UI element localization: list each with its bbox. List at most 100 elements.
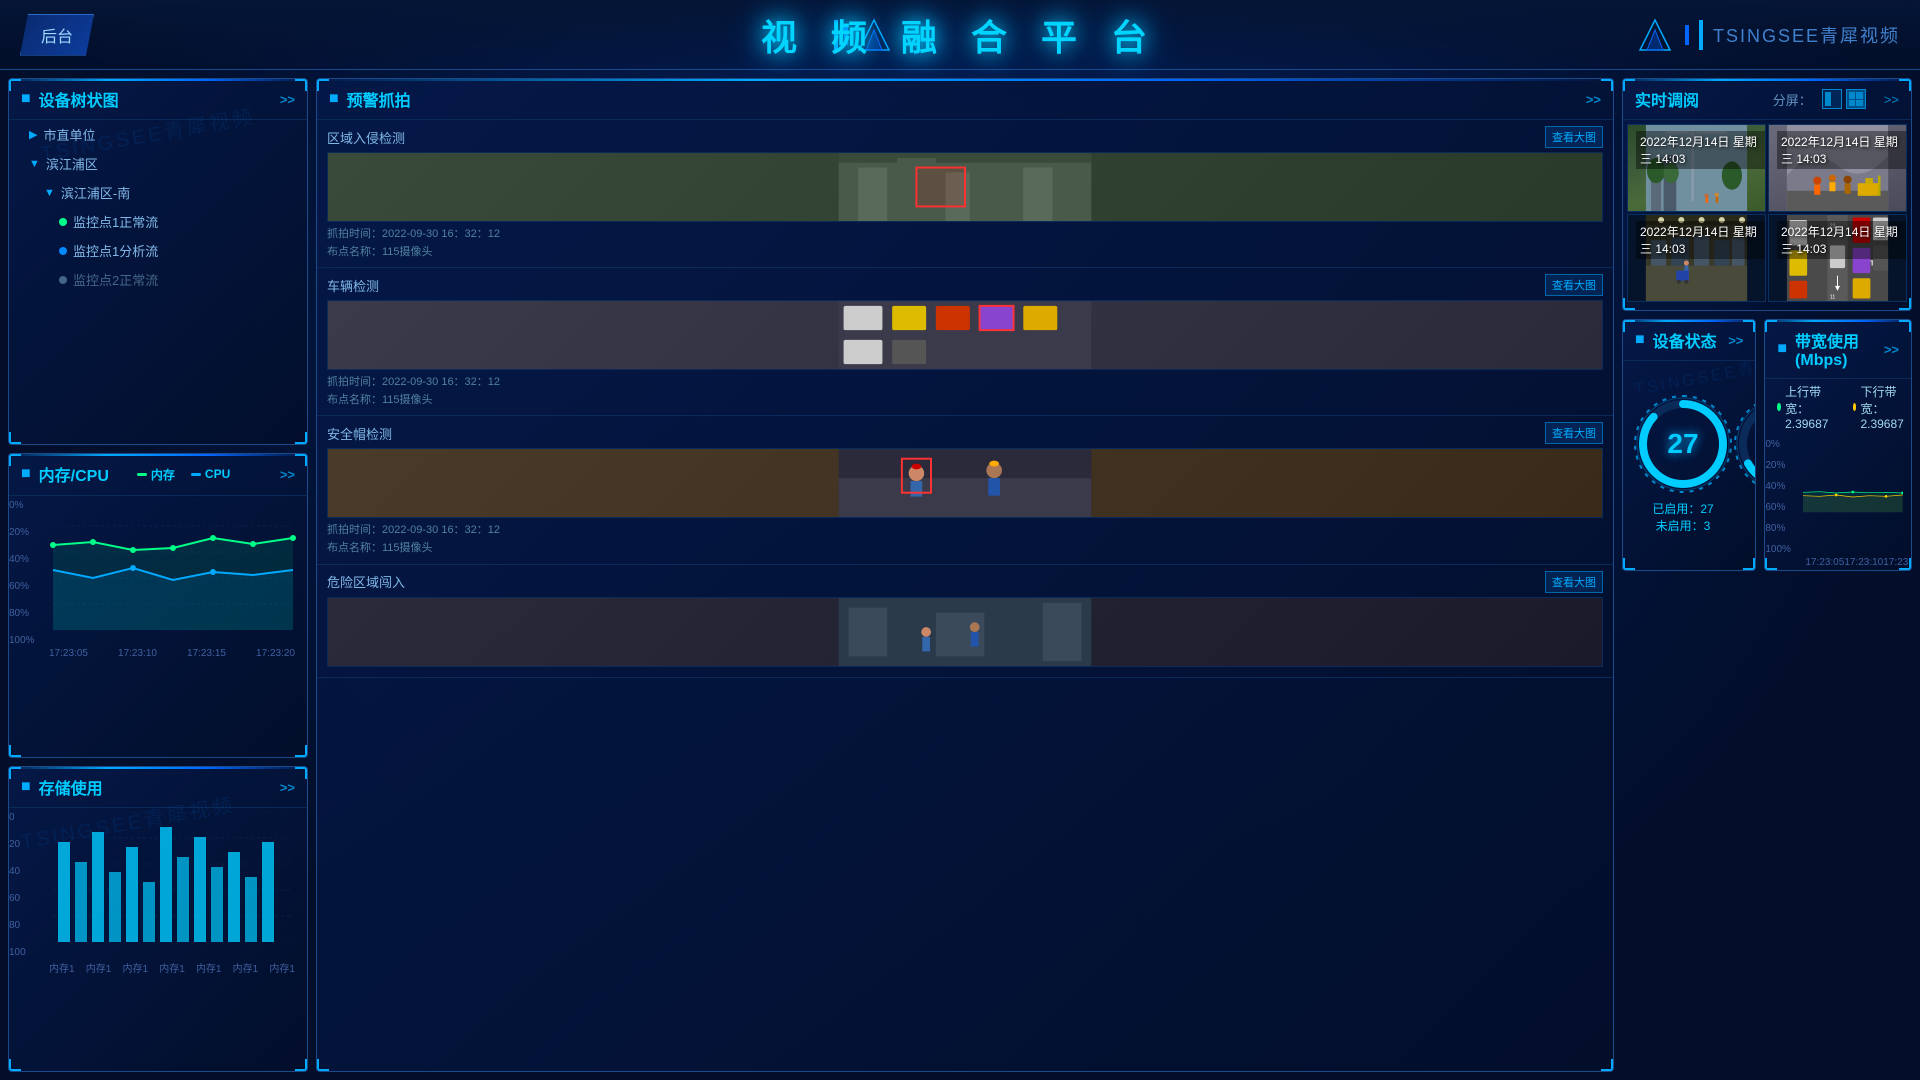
sidebar-item-binjiang[interactable]: ▼ 滨江浦区 xyxy=(9,149,307,178)
header: 后台 视 频 融 合 平 台 TSINGSEE青犀视频 xyxy=(0,0,1920,70)
mem-cpu-chart xyxy=(47,500,299,630)
split-1x1-button[interactable] xyxy=(1822,89,1842,109)
sidebar-item-city[interactable]: ▶ 市直单位 xyxy=(9,120,307,149)
status-dot-blue xyxy=(59,247,67,255)
alert-item-vehicle: 车辆检测 查看大图 xyxy=(317,268,1613,416)
donut-circle-online: 18 xyxy=(1733,394,1756,494)
main-content: ■ 设备树状图 >> TSINGSEE青犀视频 ▶ 市直单位 ▼ 滨江浦区 ▼ … xyxy=(0,70,1920,1080)
alert-vehicle-view-btn[interactable]: 查看大图 xyxy=(1545,274,1603,296)
alert-title: ■ 预警抓拍 >> xyxy=(317,79,1613,120)
page-title: 视 频 融 合 平 台 xyxy=(761,9,1159,61)
bandwidth-more[interactable]: >> xyxy=(1884,342,1899,357)
sidebar-item-binjiang-south[interactable]: ▼ 滨江浦区-南 xyxy=(9,178,307,207)
video-cell-3[interactable]: 2022年12月14日 星期三 14:03 xyxy=(1627,214,1766,302)
alert-zone-thumb xyxy=(327,152,1603,222)
bandwidth-title: ■ 带宽使用(Mbps) >> xyxy=(1765,320,1911,379)
mem-cpu-y-labels: 100% 80% 60% 40% 20% 0% xyxy=(9,500,44,650)
device-tree-title: ■ 设备树状图 >> xyxy=(9,79,307,120)
donut-svg-online xyxy=(1733,394,1756,494)
video-panel: 实时调阅 分屏： >> xyxy=(1622,78,1912,311)
alert-helmet-header: 安全帽检测 查看大图 xyxy=(327,422,1603,444)
alert-zone-view-btn[interactable]: 查看大图 xyxy=(1545,126,1603,148)
alert-danger-view-btn[interactable]: 查看大图 xyxy=(1545,571,1603,593)
donut-online: 18 在线：18 离线：9 xyxy=(1733,394,1756,534)
donut-label-enabled: 27 xyxy=(1667,428,1698,460)
mem-cpu-x-labels: 17:23:05 17:23:10 17:23:15 17:23:20 xyxy=(9,646,307,661)
bw-down-legend: 下行带宽：2.39687 xyxy=(1853,383,1908,431)
alert-danger-thumb xyxy=(327,597,1603,667)
alert-icon: ■ xyxy=(329,90,339,108)
video-cell-1[interactable]: 2022年12月14日 星期三 14:03 xyxy=(1627,124,1766,212)
split-label: 分屏： xyxy=(1773,90,1812,109)
vehicle-detection-visual xyxy=(328,301,1602,369)
alert-item-danger: 危险区域闯入 查看大图 xyxy=(317,565,1613,678)
cpu-legend: CPU xyxy=(191,466,230,483)
storage-panel: ■ 存储使用 >> TSINGSEE青犀视频 100 80 60 40 20 0 xyxy=(8,766,308,1072)
donut-enabled: 27 已启用：27 未启用：3 xyxy=(1633,394,1733,534)
video-timestamp-3: 2022年12月14日 星期三 14:03 xyxy=(1636,221,1765,259)
alert-helmet-view-btn[interactable]: 查看大图 xyxy=(1545,422,1603,444)
header-logo: TSINGSEE青犀视频 xyxy=(1713,22,1900,48)
video-more[interactable]: >> xyxy=(1884,92,1899,107)
cpu-legend-dot xyxy=(191,473,201,476)
mem-cpu-panel: ■ 内存/CPU 内存 CPU >> xyxy=(8,453,308,759)
video-header: 实时调阅 分屏： >> xyxy=(1623,79,1911,120)
storage-x-labels: 内存1 内存1 内存1 内存1 内存1 内存1 内存1 xyxy=(9,958,307,977)
alert-panel: ■ 预警抓拍 >> 区域入侵检测 查看大图 xyxy=(316,78,1614,1072)
video-timestamp-4: 2022年12月14日 星期三 14:03 xyxy=(1777,221,1906,259)
donut-area: 27 已启用：27 未启用：3 xyxy=(1623,361,1755,566)
device-status-more[interactable]: >> xyxy=(1728,333,1743,348)
device-tree-more[interactable]: >> xyxy=(280,92,295,107)
alert-zone-meta: 抓拍时间：2022-09-30 16：32：12 布点名称：115摄像头 xyxy=(327,226,1603,261)
bw-up-dot xyxy=(1777,403,1781,411)
bandwidth-panel: ■ 带宽使用(Mbps) >> 上行带宽：2.39687 下行带宽：2.3968… xyxy=(1764,319,1912,571)
sidebar-item-monitor1-analysis[interactable]: 监控点1分析流 xyxy=(9,236,307,265)
bottom-center: ■ 设备状态 >> TSINGSEE青犀视频 xyxy=(1622,319,1912,571)
alert-more[interactable]: >> xyxy=(1586,92,1601,107)
mem-legend-dot xyxy=(137,473,147,476)
video-timestamp-2: 2022年12月14日 星期三 14:03 xyxy=(1777,131,1906,169)
split-2x2-button[interactable] xyxy=(1846,89,1866,109)
device-status-panel: ■ 设备状态 >> TSINGSEE青犀视频 xyxy=(1622,319,1756,571)
back-button[interactable]: 后台 xyxy=(20,14,94,56)
mem-cpu-more[interactable]: >> xyxy=(280,467,295,482)
storage-chart xyxy=(47,812,299,942)
zone-intrusion-visual xyxy=(328,153,1602,221)
device-status-icon: ■ xyxy=(1635,331,1645,349)
bw-up-legend: 上行带宽：2.39687 xyxy=(1777,383,1832,431)
device-tree-panel: ■ 设备树状图 >> TSINGSEE青犀视频 ▶ 市直单位 ▼ 滨江浦区 ▼ … xyxy=(8,78,308,445)
alert-vehicle-meta: 抓拍时间：2022-09-30 16：32：12 布点名称：115摄像头 xyxy=(327,374,1603,409)
arrow-down-icon-2: ▼ xyxy=(44,187,55,199)
alert-zone-intrusion-header: 区域入侵检测 查看大图 xyxy=(327,126,1603,148)
video-cell-4[interactable]: 2022年12月14日 星期三 14:03 STOP xyxy=(1768,214,1907,302)
alert-helmet-thumb xyxy=(327,448,1603,518)
deco-bar-3 xyxy=(1685,25,1689,45)
deco-bar-4 xyxy=(1699,20,1703,50)
split-button-group xyxy=(1822,89,1866,109)
header-deco-icon-right xyxy=(1635,15,1675,55)
storage-icon: ■ xyxy=(21,778,31,796)
alert-item-zone-intrusion: 区域入侵检测 查看大图 xyxy=(317,120,1613,268)
alert-helmet-meta: 抓拍时间：2022-09-30 16：32：12 布点名称：115摄像头 xyxy=(327,522,1603,557)
alert-danger-header: 危险区域闯入 查看大图 xyxy=(327,571,1603,593)
sidebar-item-monitor2-normal[interactable]: 监控点2正常流 xyxy=(9,265,307,294)
storage-more[interactable]: >> xyxy=(280,780,295,795)
center-column: 实时调阅 分屏： >> xyxy=(1622,78,1912,571)
mem-cpu-icon: ■ xyxy=(21,465,31,483)
sidebar-item-monitor1-normal[interactable]: 监控点1正常流 xyxy=(9,207,307,236)
bandwidth-chart xyxy=(1803,439,1903,549)
bw-y-labels: 100% 80% 60% 40% 20% 0% xyxy=(1765,439,1800,559)
donut-info-enabled: 已启用：27 未启用：3 xyxy=(1652,500,1713,534)
mem-legend: 内存 xyxy=(137,466,175,483)
video-grid: 2022年12月14日 星期三 14:03 xyxy=(1623,120,1911,306)
bandwidth-icon: ■ xyxy=(1777,340,1787,358)
video-cell-2[interactable]: 2022年12月14日 星期三 14:03 xyxy=(1768,124,1907,212)
alert-vehicle-thumb xyxy=(327,300,1603,370)
bandwidth-legend: 上行带宽：2.39687 下行带宽：2.39687 xyxy=(1765,379,1911,435)
danger-zone-visual xyxy=(328,598,1602,666)
device-status-title: ■ 设备状态 >> xyxy=(1623,320,1755,361)
bw-down-dot xyxy=(1853,403,1857,411)
arrow-down-icon: ▼ xyxy=(29,158,40,170)
left-column: ■ 设备树状图 >> TSINGSEE青犀视频 ▶ 市直单位 ▼ 滨江浦区 ▼ … xyxy=(8,78,308,1072)
video-timestamp-1: 2022年12月14日 星期三 14:03 xyxy=(1636,131,1765,169)
